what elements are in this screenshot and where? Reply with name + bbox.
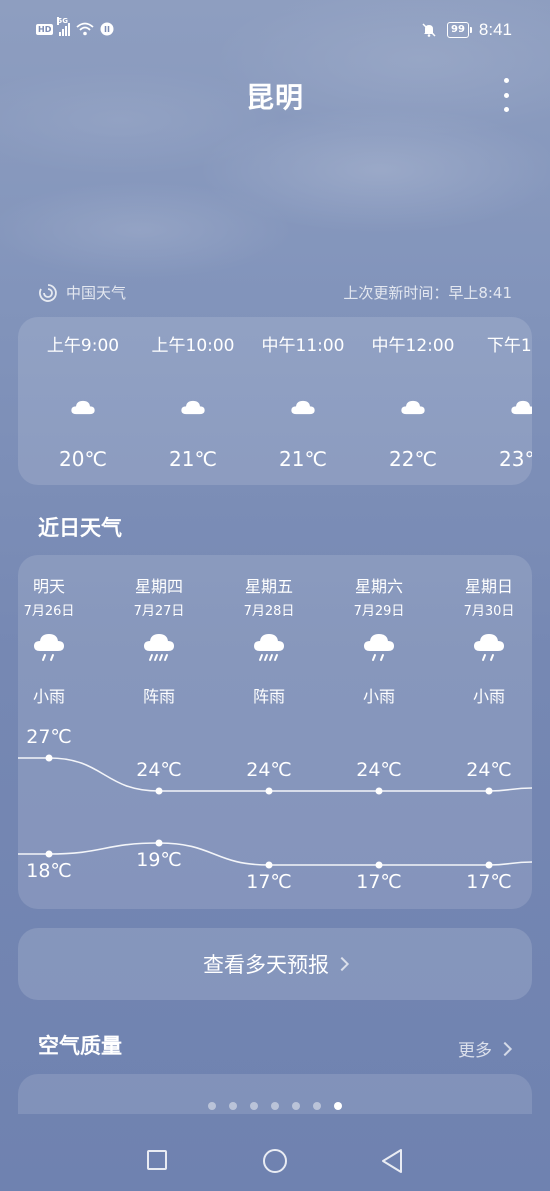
page-dot[interactable] xyxy=(229,1102,237,1110)
weather-source: 中国天气 xyxy=(38,282,126,303)
page-dot[interactable] xyxy=(250,1102,258,1110)
high-temp-label: 24℃ xyxy=(246,759,292,781)
high-temp-point xyxy=(485,787,493,795)
high-temp-point xyxy=(155,787,163,795)
hour-icon-wrap xyxy=(395,397,431,425)
recent-apps-button[interactable] xyxy=(147,1150,167,1170)
air-quality-title: 空气质量 xyxy=(38,1034,122,1058)
chevron-right-icon xyxy=(497,1041,513,1056)
hour-time: 下午1:00 xyxy=(486,336,532,356)
high-temp-label: 24℃ xyxy=(136,759,182,781)
hour-icon-wrap xyxy=(65,397,101,425)
high-temp-label: 27℃ xyxy=(26,726,72,748)
low-temp-point xyxy=(375,861,383,869)
network-type: 5G xyxy=(57,17,68,25)
low-temp-label: 17℃ xyxy=(356,871,402,893)
data-saver-icon xyxy=(100,22,114,36)
page-dot[interactable] xyxy=(271,1102,279,1110)
cell-signal-icon: 5G xyxy=(57,17,71,36)
hour-temp: 21℃ xyxy=(169,447,217,471)
hour-time: 上午9:00 xyxy=(46,336,120,356)
hour-time: 上午10:00 xyxy=(151,336,235,356)
hourly-forecast-card[interactable]: 上午9:00 20℃ 上午10:00 21℃ 中午11:00 21℃ 中午12:00 22℃ 下… xyxy=(18,317,532,485)
chevron-right-icon xyxy=(334,956,350,972)
status-time: 8:41 xyxy=(478,20,512,39)
low-temp-point xyxy=(485,861,493,869)
navigation-bar xyxy=(0,1130,550,1191)
hour-temp: 22℃ xyxy=(389,447,437,471)
battery-indicator: 99 xyxy=(446,22,472,38)
wifi-icon xyxy=(76,22,94,36)
low-temp-point xyxy=(265,861,273,869)
more-options-icon[interactable] xyxy=(498,78,514,112)
low-temp-label: 18℃ xyxy=(26,860,72,882)
hour-temp: 21℃ xyxy=(279,447,327,471)
status-left: HD 5G xyxy=(36,17,114,36)
last-updated: 上次更新时间：早上8:41 xyxy=(343,284,512,302)
china-weather-logo-icon xyxy=(39,283,57,302)
high-temp-label: 24℃ xyxy=(356,759,402,781)
low-temp-label: 17℃ xyxy=(246,871,292,893)
high-temp-point xyxy=(45,754,53,762)
hourly-item: 下午1:00 23℃ xyxy=(468,317,532,485)
hd-badge: HD xyxy=(36,23,54,35)
cloudy-icon xyxy=(511,400,532,415)
page-dot[interactable] xyxy=(208,1102,216,1110)
hour-temp: 20℃ xyxy=(59,447,107,471)
status-bar: HD 5G 99 8:41 xyxy=(0,0,550,62)
more-days-label: 查看多天预报 xyxy=(203,953,329,977)
cloudy-icon xyxy=(181,400,205,415)
cloudy-icon xyxy=(401,400,425,415)
back-button[interactable] xyxy=(380,1148,404,1174)
daily-forecast-card[interactable]: 明天 7月26日 小雨 星期四 7月27日 阵雨 星期五 7月28日 阵雨 星期六 7月29日 小雨星… xyxy=(18,555,532,909)
low-temp-label: 17℃ xyxy=(466,871,512,893)
status-right: 99 8:41 xyxy=(421,20,512,40)
air-quality-more-link[interactable]: 更多 xyxy=(458,1036,513,1061)
page-dot[interactable] xyxy=(313,1102,321,1110)
hour-icon-wrap xyxy=(505,397,532,425)
home-button[interactable] xyxy=(263,1149,287,1173)
cloudy-icon xyxy=(71,400,95,415)
hour-icon-wrap xyxy=(285,397,321,425)
more-days-forecast-button[interactable]: 查看多天预报 xyxy=(18,928,532,1000)
hour-icon-wrap xyxy=(175,397,211,425)
high-temp-point xyxy=(265,787,273,795)
hour-time: 中午12:00 xyxy=(371,336,455,356)
low-temp-point xyxy=(155,839,163,847)
page-dot[interactable] xyxy=(334,1102,342,1110)
cloudy-icon xyxy=(291,400,315,415)
hourly-item: 中午12:00 22℃ xyxy=(358,317,468,485)
hourly-item: 上午10:00 21℃ xyxy=(138,317,248,485)
hourly-item: 中午11:00 21℃ xyxy=(248,317,358,485)
daily-forecast-title: 近日天气 xyxy=(38,516,122,540)
high-temp-label: 24℃ xyxy=(466,759,512,781)
hourly-item: 上午9:00 20℃ xyxy=(28,317,138,485)
bell-muted-icon xyxy=(422,23,436,37)
source-name: 中国天气 xyxy=(66,284,127,302)
air-quality-more-label: 更多 xyxy=(458,1041,492,1061)
low-temp-point xyxy=(45,850,53,858)
page-dot[interactable] xyxy=(292,1102,300,1110)
city-title: 昆明 xyxy=(245,81,304,114)
page-indicator[interactable] xyxy=(0,1102,550,1110)
hour-time: 中午11:00 xyxy=(261,336,345,356)
low-temp-label: 19℃ xyxy=(136,849,182,871)
high-temp-point xyxy=(375,787,383,795)
hour-temp: 23℃ xyxy=(499,447,532,471)
